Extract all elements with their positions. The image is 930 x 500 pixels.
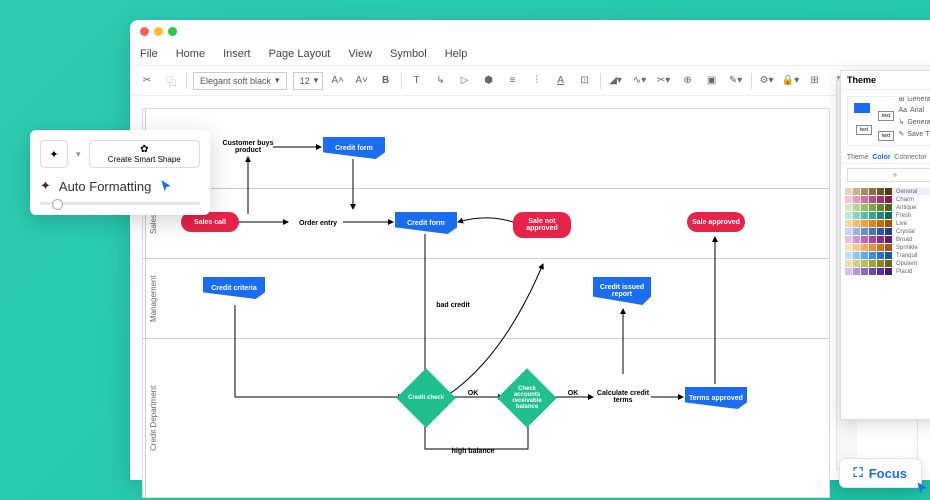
cut-icon[interactable]: ✂ <box>138 72 156 90</box>
menu-home[interactable]: Home <box>176 48 205 60</box>
crop-icon[interactable]: ✂▾ <box>655 72 673 90</box>
create-shape-button[interactable]: ✿Create Smart Shape <box>89 140 200 168</box>
text-icon[interactable]: T <box>408 72 426 90</box>
node-sales-call[interactable]: Sales call <box>181 212 239 232</box>
size-select[interactable]: 12▾ <box>293 72 323 90</box>
menu-help[interactable]: Help <box>445 48 468 60</box>
swatch-row[interactable]: Sprinkle <box>845 244 930 251</box>
layers-icon[interactable]: ⬢ <box>480 72 498 90</box>
label-ok1: OK <box>463 387 483 400</box>
theme-add[interactable]: + <box>847 168 930 182</box>
node-sale-ok[interactable]: Sale approved <box>687 212 745 232</box>
canvas[interactable]: Customer Sales Management Credit Departm… <box>142 108 830 498</box>
label-bad-credit: bad credit <box>428 299 478 312</box>
frame-icon[interactable]: ▣ <box>703 72 721 90</box>
theme-title: Theme <box>841 71 930 90</box>
line-icon[interactable]: ∿▾ <box>631 72 649 90</box>
connector-icon[interactable]: ↳ <box>432 72 450 90</box>
swatch-list: GeneralCharmAntiqueFreshLiveCrystalBroad… <box>841 186 930 278</box>
auto-formatting-row[interactable]: ✦ Auto Formatting <box>40 178 200 194</box>
swatch-row[interactable]: Crystal <box>845 228 930 235</box>
size-up-icon[interactable]: A˄ <box>329 72 347 90</box>
settings-icon[interactable]: ⚙▾ <box>758 72 776 90</box>
menu-page-layout[interactable]: Page Layout <box>269 48 331 60</box>
swatch-row[interactable]: Placid <box>845 268 930 275</box>
menu-file[interactable]: File <box>140 48 158 60</box>
zoom-icon[interactable]: ⊕ <box>679 72 697 90</box>
distribute-icon[interactable]: ⫶ <box>528 72 546 90</box>
toolbar: ✂ ⿻ Elegant soft black▾ 12▾ A˄ A˅ B T ↳ … <box>130 66 930 96</box>
cursor-icon <box>915 481 929 495</box>
swatch-row[interactable]: Fresh <box>845 212 930 219</box>
swatch-row[interactable]: Opulent <box>845 260 930 267</box>
text-color-icon[interactable]: A <box>552 72 570 90</box>
focus-icon: ⛶ <box>854 465 863 481</box>
menu-symbol[interactable]: Symbol <box>390 48 427 60</box>
swatch-row[interactable]: Tranquil <box>845 252 930 259</box>
node-cust-buys[interactable]: Customer buys product <box>218 137 278 157</box>
tab-color[interactable]: Color <box>872 154 890 161</box>
size-down-icon[interactable]: A˅ <box>353 72 371 90</box>
swatch-row[interactable]: Antique <box>845 204 930 211</box>
auto-format-popup: ✦ ▾ ✿Create Smart Shape ✦ Auto Formattin… <box>30 130 210 215</box>
minimize-icon[interactable] <box>154 27 163 36</box>
tab-connector[interactable]: Connector <box>894 154 926 161</box>
grid-icon[interactable]: ⊞ <box>806 72 824 90</box>
titlebar <box>130 20 930 42</box>
label-high-balance: high balance <box>443 445 503 458</box>
menu-insert[interactable]: Insert <box>223 48 251 60</box>
swatch-row[interactable]: Charm <box>845 196 930 203</box>
align-icon[interactable]: ≡ <box>504 72 522 90</box>
close-icon[interactable] <box>140 27 149 36</box>
pointer-icon[interactable]: ▷ <box>456 72 474 90</box>
theme-popup: Theme ⊞General AaArial ↳General 1 ✎Save … <box>840 70 930 420</box>
lock-icon[interactable]: 🔒▾ <box>782 72 800 90</box>
slider[interactable] <box>40 202 200 205</box>
focus-button[interactable]: ⛶ Focus <box>839 458 922 488</box>
menu-view[interactable]: View <box>348 48 372 60</box>
bold-icon[interactable]: B <box>377 72 395 90</box>
swatch-row[interactable]: Live <box>845 220 930 227</box>
menubar: File Home Insert Page Layout View Symbol… <box>130 42 930 66</box>
sparkle-icon[interactable]: ✦ <box>40 140 68 168</box>
label-ok2: OK <box>563 387 583 400</box>
font-select[interactable]: Elegant soft black▾ <box>193 72 287 90</box>
node-calc-terms[interactable]: Calculate credit terms <box>593 387 653 407</box>
theme-preview: text text text <box>847 96 930 146</box>
lane-management: Management <box>145 259 161 338</box>
copy-icon[interactable]: ⿻ <box>162 72 180 90</box>
maximize-icon[interactable] <box>168 27 177 36</box>
swatch-row[interactable]: Broad <box>845 236 930 243</box>
theme-tabs: Theme Color Connector Text <box>841 152 930 164</box>
lane-credit: Credit Department <box>145 339 161 497</box>
tab-theme[interactable]: Theme <box>847 154 869 161</box>
node-order-entry[interactable]: Order entry <box>288 217 348 230</box>
group-icon[interactable]: ⊡ <box>576 72 594 90</box>
fill-icon[interactable]: ◢▾ <box>607 72 625 90</box>
sparkle-icon-2: ✦ <box>40 178 51 194</box>
app-window: File Home Insert Page Layout View Symbol… <box>130 20 930 480</box>
swatch-row[interactable]: General <box>845 188 930 195</box>
pen-icon[interactable]: ✎▾ <box>727 72 745 90</box>
cursor-icon <box>159 179 173 193</box>
node-sale-not[interactable]: Sale not approved <box>513 212 571 238</box>
